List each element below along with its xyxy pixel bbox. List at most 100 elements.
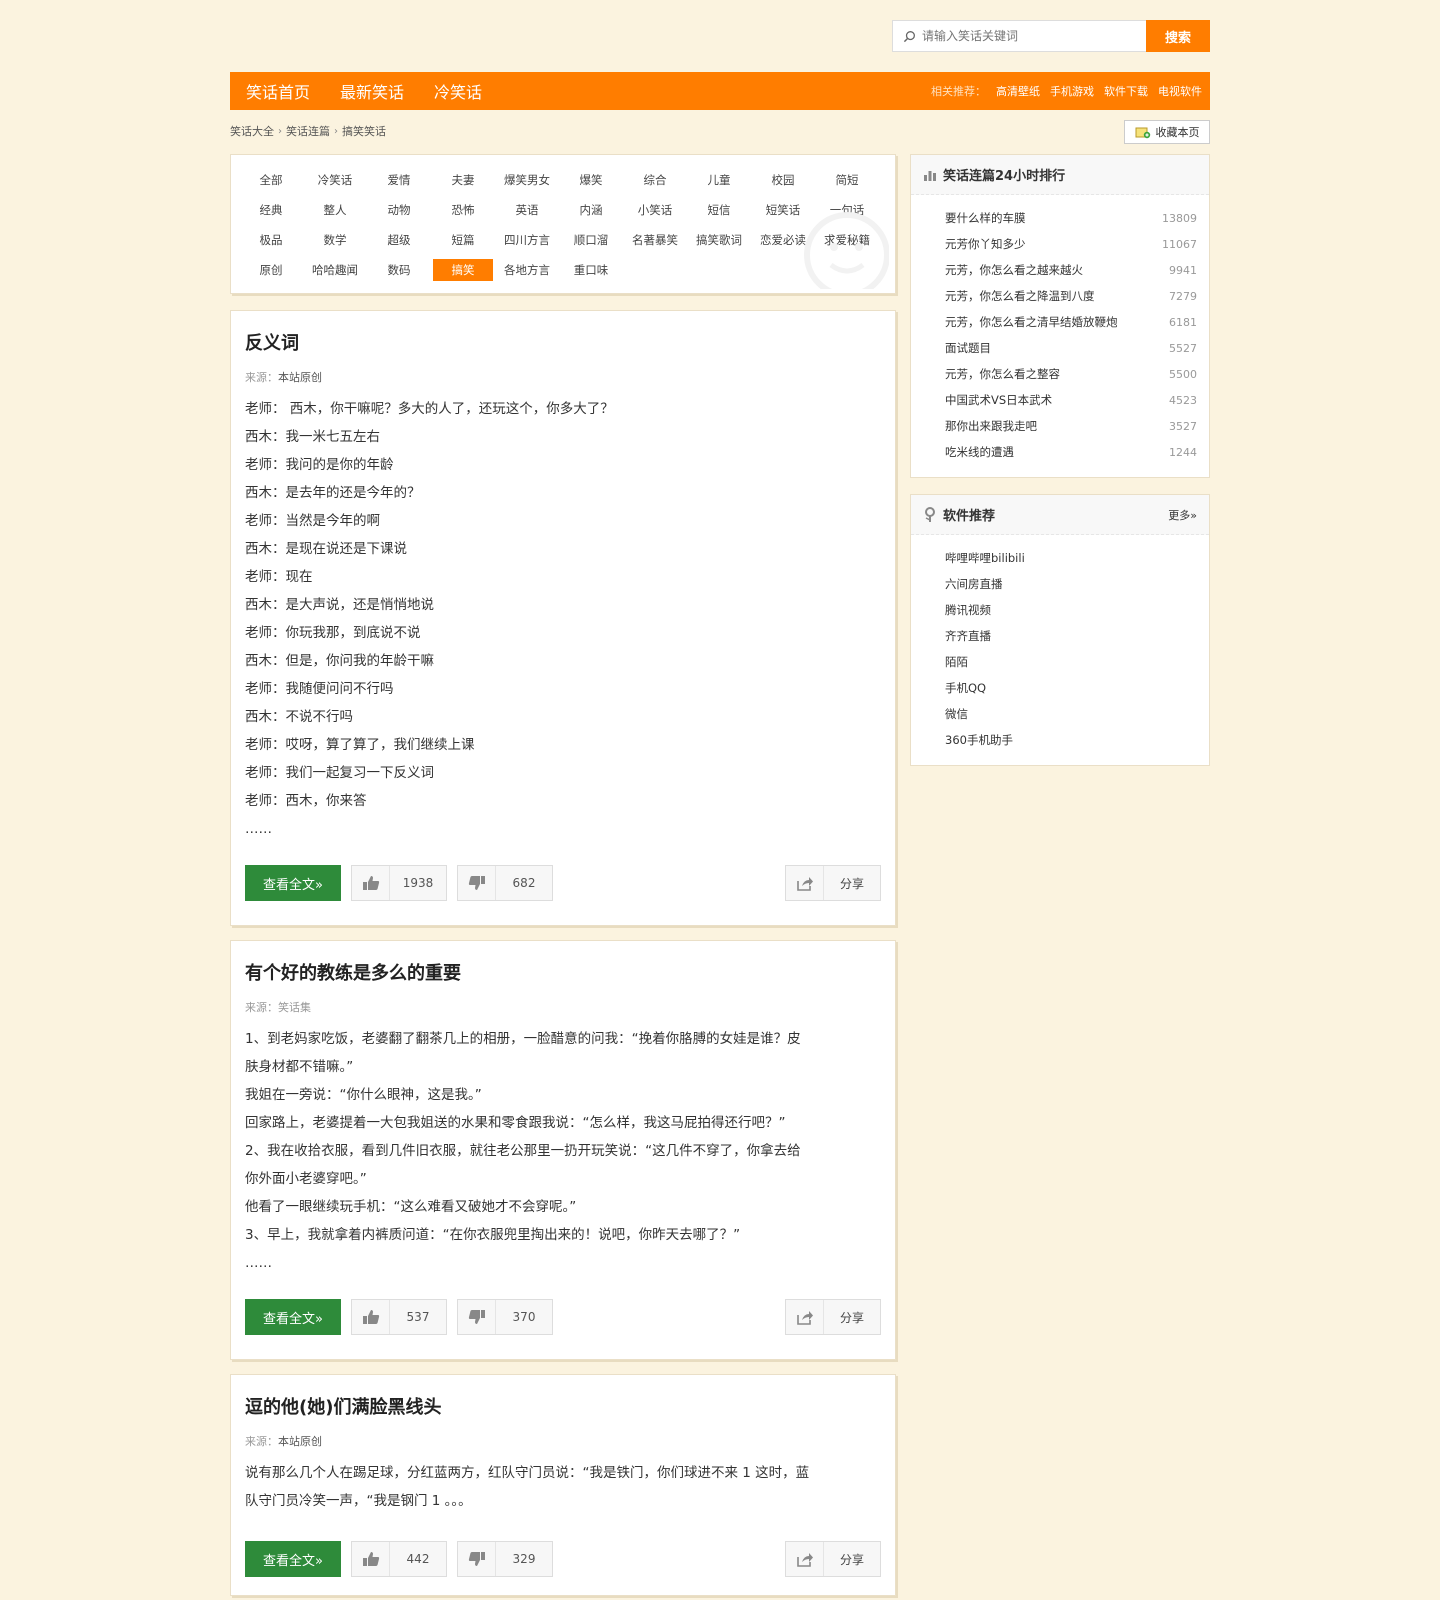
category-item[interactable]: 经典 — [239, 195, 303, 225]
related-link[interactable]: 电视软件 — [1158, 83, 1202, 99]
category-item[interactable]: 简短 — [815, 165, 879, 195]
ranking-item-title[interactable]: 元芳，你怎么看之降温到八度 — [945, 288, 1095, 304]
software-item[interactable]: 360手机助手 — [945, 727, 1197, 753]
share-button[interactable]: 分享 — [785, 1299, 881, 1335]
ranking-item-title[interactable]: 面试题目 — [945, 340, 991, 356]
search-button[interactable]: 搜索 — [1146, 20, 1210, 52]
category-item[interactable]: 爆笑 — [559, 165, 623, 195]
breadcrumb-item[interactable]: 笑话大全 — [230, 123, 274, 139]
ranking-item-title[interactable]: 元芳，你怎么看之越来越火 — [945, 262, 1083, 278]
ranking-item[interactable]: 吃米线的遭遇 1244 — [945, 439, 1197, 465]
software-item[interactable]: 手机QQ — [945, 675, 1197, 701]
category-item[interactable]: 四川方言 — [495, 225, 559, 255]
dislike-button[interactable]: 682 — [457, 865, 553, 901]
dislike-button[interactable]: 370 — [457, 1299, 553, 1335]
category-item[interactable]: 哈哈趣闻 — [303, 255, 367, 285]
ranking-item[interactable]: 元芳，你怎么看之越来越火 9941 — [945, 257, 1197, 283]
software-item-label[interactable]: 360手机助手 — [945, 732, 1013, 748]
category-item[interactable]: 短篇 — [431, 225, 495, 255]
category-item[interactable]: 校园 — [751, 165, 815, 195]
software-item-label[interactable]: 齐齐直播 — [945, 628, 991, 644]
software-item[interactable]: 哔哩哔哩bilibili — [945, 545, 1197, 571]
like-button[interactable]: 442 — [351, 1541, 447, 1577]
breadcrumb-item[interactable]: 笑话连篇 — [286, 123, 330, 139]
software-item-label[interactable]: 腾讯视频 — [945, 602, 991, 618]
ranking-item[interactable]: 元芳，你怎么看之清早结婚放鞭炮 6181 — [945, 309, 1197, 335]
ranking-item[interactable]: 中国武术VS日本武术 4523 — [945, 387, 1197, 413]
category-item[interactable]: 超级 — [367, 225, 431, 255]
software-item-label[interactable]: 微信 — [945, 706, 968, 722]
category-item[interactable]: 综合 — [623, 165, 687, 195]
article-title[interactable]: 逗的他(她)们满脸黑线头 — [245, 1393, 881, 1419]
more-link[interactable]: 更多» — [1168, 507, 1197, 523]
category-item[interactable]: 爱情 — [367, 165, 431, 195]
nav-link-home[interactable]: 笑话首页 — [246, 79, 310, 103]
category-item[interactable]: 动物 — [367, 195, 431, 225]
category-item[interactable]: 内涵 — [559, 195, 623, 225]
software-item[interactable]: 六间房直播 — [945, 571, 1197, 597]
software-item[interactable]: 齐齐直播 — [945, 623, 1197, 649]
article-title[interactable]: 有个好的教练是多么的重要 — [245, 959, 881, 985]
nav-link-cold-jokes[interactable]: 冷笑话 — [434, 79, 482, 103]
related-link[interactable]: 手机游戏 — [1050, 83, 1094, 99]
category-item[interactable]: 整人 — [303, 195, 367, 225]
category-item[interactable]: 小笑话 — [623, 195, 687, 225]
article-title[interactable]: 反义词 — [245, 329, 881, 355]
category-item[interactable]: 搞笑 — [433, 259, 493, 281]
category-item[interactable]: 各地方言 — [495, 255, 559, 285]
category-item[interactable]: 冷笑话 — [303, 165, 367, 195]
share-button[interactable]: 分享 — [785, 1541, 881, 1577]
read-more-button[interactable]: 查看全文» — [245, 1299, 341, 1335]
article-line: 队守门员冷笑一声，“我是钢门 1 。。。 — [245, 1493, 472, 1509]
ranking-item-title[interactable]: 元芳，你怎么看之清早结婚放鞭炮 — [945, 314, 1118, 330]
category-item[interactable]: 名著暴笑 — [623, 225, 687, 255]
read-more-button[interactable]: 查看全文» — [245, 865, 341, 901]
ranking-item[interactable]: 元芳你丫知多少 11067 — [945, 231, 1197, 257]
like-button[interactable]: 537 — [351, 1299, 447, 1335]
search-input[interactable] — [922, 29, 1122, 43]
category-item[interactable]: 原创 — [239, 255, 303, 285]
category-item[interactable]: 搞笑歌词 — [687, 225, 751, 255]
software-item[interactable]: 腾讯视频 — [945, 597, 1197, 623]
dislike-button[interactable]: 329 — [457, 1541, 553, 1577]
category-item[interactable]: 重口味 — [559, 255, 623, 285]
category-item[interactable]: 夫妻 — [431, 165, 495, 195]
category-item[interactable]: 极品 — [239, 225, 303, 255]
nav-link-latest[interactable]: 最新笑话 — [340, 79, 404, 103]
category-item[interactable]: 儿童 — [687, 165, 751, 195]
software-list: 哔哩哔哩bilibili 六间房直播腾讯视频齐齐直播陌陌手机QQ 微信 360手机助手 — [911, 535, 1209, 763]
ranking-item-title[interactable]: 要什么样的车膜 — [945, 210, 1026, 226]
software-item-label[interactable]: 手机QQ — [945, 680, 986, 696]
like-button[interactable]: 1938 — [351, 865, 447, 901]
category-item[interactable]: 顺口溜 — [559, 225, 623, 255]
ranking-item-title[interactable]: 元芳，你怎么看之整容 — [945, 366, 1060, 382]
read-more-button[interactable]: 查看全文» — [245, 1541, 341, 1577]
software-item-label[interactable]: 六间房直播 — [945, 576, 1003, 592]
category-item[interactable]: 爆笑男女 — [495, 165, 559, 195]
ranking-item-title[interactable]: 中国武术VS日本武术 — [945, 392, 1052, 408]
category-item[interactable]: 数学 — [303, 225, 367, 255]
ranking-item-title[interactable]: 吃米线的遭遇 — [945, 444, 1014, 460]
ranking-item-title[interactable]: 元芳你丫知多少 — [945, 236, 1026, 252]
ranking-item[interactable]: 面试题目 5527 — [945, 335, 1197, 361]
software-item-label[interactable]: 陌陌 — [945, 654, 968, 670]
software-item[interactable]: 微信 — [945, 701, 1197, 727]
related-link[interactable]: 高清壁纸 — [996, 83, 1040, 99]
ranking-item[interactable]: 那你出来跟我走吧 3527 — [945, 413, 1197, 439]
article-line: 老师：我们一起复习一下反义词 — [245, 765, 434, 781]
category-item[interactable]: 短信 — [687, 195, 751, 225]
software-item[interactable]: 陌陌 — [945, 649, 1197, 675]
software-item-label[interactable]: 哔哩哔哩bilibili — [945, 550, 1025, 566]
category-item[interactable]: 全部 — [239, 165, 303, 195]
search-field-wrapper[interactable] — [892, 20, 1146, 52]
ranking-item-title[interactable]: 那你出来跟我走吧 — [945, 418, 1037, 434]
favorite-button[interactable]: 收藏本页 — [1124, 120, 1210, 144]
share-button[interactable]: 分享 — [785, 865, 881, 901]
related-link[interactable]: 软件下载 — [1104, 83, 1148, 99]
category-item[interactable]: 数码 — [367, 255, 431, 285]
category-item[interactable]: 恐怖 — [431, 195, 495, 225]
category-item[interactable]: 英语 — [495, 195, 559, 225]
ranking-item[interactable]: 元芳，你怎么看之降温到八度 7279 — [945, 283, 1197, 309]
ranking-item[interactable]: 元芳，你怎么看之整容 5500 — [945, 361, 1197, 387]
ranking-item[interactable]: 要什么样的车膜 13809 — [945, 205, 1197, 231]
